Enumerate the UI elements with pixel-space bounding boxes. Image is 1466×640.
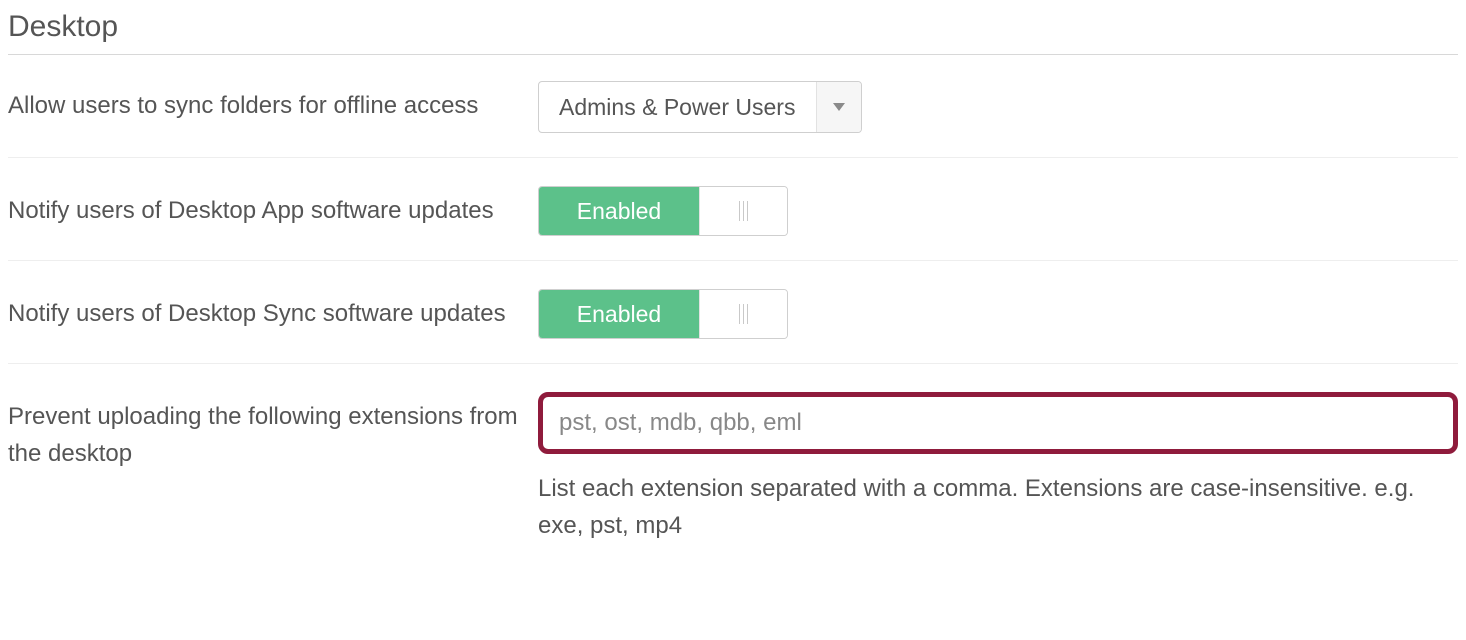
grip-icon [739,304,748,324]
toggle-handle [699,187,787,235]
chevron-down-icon [817,82,861,132]
label-notify-app-updates: Notify users of Desktop App software upd… [8,186,538,229]
desktop-settings-section: Desktop Allow users to sync folders for … [0,0,1466,598]
prevent-extensions-highlight [538,392,1458,454]
toggle-enabled-label: Enabled [539,290,699,338]
toggle-handle [699,290,787,338]
row-sync-folders: Allow users to sync folders for offline … [8,77,1458,158]
sync-folders-select-value: Admins & Power Users [539,82,817,132]
prevent-extensions-helper: List each extension separated with a com… [538,470,1458,544]
notify-sync-updates-toggle[interactable]: Enabled [538,289,788,339]
prevent-extensions-input[interactable] [549,401,1447,445]
row-notify-app-updates: Notify users of Desktop App software upd… [8,182,1458,261]
grip-icon [739,201,748,221]
label-prevent-extensions: Prevent uploading the following extensio… [8,392,538,472]
toggle-enabled-label: Enabled [539,187,699,235]
row-notify-sync-updates: Notify users of Desktop Sync software up… [8,285,1458,364]
section-title: Desktop [8,10,1458,44]
label-notify-sync-updates: Notify users of Desktop Sync software up… [8,289,538,332]
row-prevent-extensions: Prevent uploading the following extensio… [8,388,1458,568]
label-sync-folders: Allow users to sync folders for offline … [8,81,538,124]
sync-folders-select[interactable]: Admins & Power Users [538,81,862,133]
section-divider [8,54,1458,55]
notify-app-updates-toggle[interactable]: Enabled [538,186,788,236]
